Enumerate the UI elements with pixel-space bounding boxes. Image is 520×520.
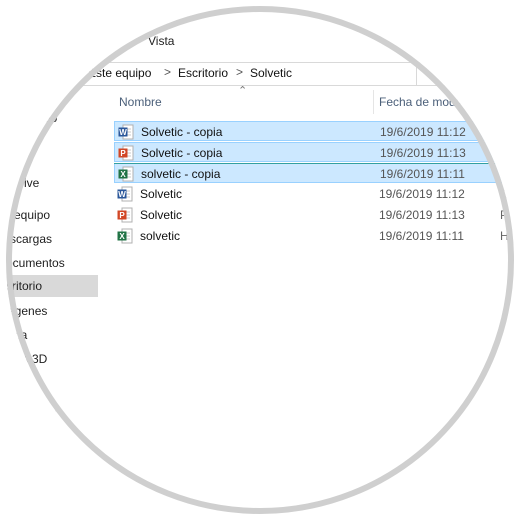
svg-text:P: P xyxy=(120,149,126,158)
file-type: D xyxy=(500,187,509,201)
file-name: Solvetic - copia xyxy=(141,125,223,139)
word-icon: W xyxy=(117,186,133,202)
nav-item-label: ocumentos xyxy=(6,256,65,270)
nav-item-label: os 3D xyxy=(16,352,48,366)
file-row-selected[interactable]: P Solvetic - copia 19/6/2019 11:13 xyxy=(114,142,514,162)
navigation-pane: do rive equipo scargas ocumentos critori… xyxy=(6,96,98,366)
file-type: P xyxy=(500,208,509,222)
nav-item[interactable]: ica xyxy=(6,324,98,346)
breadcrumb-este-equipo[interactable]: Este equipo xyxy=(88,66,151,80)
nav-item-drive-c[interactable]: (C:) xyxy=(38,399,58,413)
excel-icon: X xyxy=(117,228,133,244)
powerpoint-icon: P xyxy=(118,145,134,161)
file-row[interactable]: Xsolvetic 19/6/2019 11:11 H xyxy=(114,226,514,246)
sort-up-icon: ⌃ xyxy=(238,85,248,97)
nav-item[interactable]: scargas xyxy=(6,228,98,250)
nav-item[interactable]: ágenes xyxy=(6,300,98,322)
nav-item-selected[interactable]: critorio xyxy=(6,275,98,297)
file-name: Solvetic - copia xyxy=(141,146,223,160)
svg-text:W: W xyxy=(119,128,127,137)
column-header-name[interactable]: Nombre xyxy=(119,95,162,109)
breadcrumb-solvetic[interactable]: Solvetic xyxy=(250,66,292,80)
nav-item[interactable]: ocumentos xyxy=(6,252,98,274)
file-row[interactable]: P Solvetic 19/6/2019 11:13 P xyxy=(114,205,514,225)
svg-text:W: W xyxy=(118,190,126,199)
nav-item-label: scargas xyxy=(10,232,53,246)
file-name: Solvetic xyxy=(140,187,183,201)
focus-divider xyxy=(114,163,514,164)
powerpoint-icon: P xyxy=(117,207,133,223)
excel-icon: X xyxy=(118,166,134,182)
nav-item-label: rive xyxy=(20,176,40,190)
nav-item-label: ágenes xyxy=(8,304,48,318)
chevron-right-icon[interactable]: > xyxy=(236,65,243,79)
address-bar[interactable]: Este equipo > Escritorio > Solvetic xyxy=(82,62,514,86)
column-divider[interactable] xyxy=(373,90,374,114)
file-date: 19/6/2019 11:13 xyxy=(379,208,465,222)
svg-text:X: X xyxy=(120,170,126,179)
nav-item-label: equipo xyxy=(14,208,51,222)
nav-item-label: ica xyxy=(12,328,28,342)
nav-item[interactable]: do xyxy=(6,107,98,129)
nav-item[interactable]: os 3D xyxy=(6,348,98,370)
breadcrumb-escritorio[interactable]: Escritorio xyxy=(178,66,228,80)
file-date: 19/6/2019 11:12 xyxy=(379,187,465,201)
tab-vista[interactable]: Vista xyxy=(148,34,174,48)
nav-item-label: do xyxy=(44,111,58,125)
address-divider xyxy=(416,63,417,85)
file-name: Solvetic xyxy=(140,208,183,222)
nav-item[interactable]: equipo xyxy=(6,204,98,226)
file-name: solvetic xyxy=(140,229,181,243)
word-icon: W xyxy=(118,124,134,140)
file-name: solvetic - copia xyxy=(141,167,221,181)
explorer-window-zoom: Vista Este equipo > Escritorio > Solveti… xyxy=(6,6,514,514)
file-date: 19/6/2019 11:12 xyxy=(380,125,466,139)
nav-item[interactable]: rive xyxy=(6,172,98,194)
column-header-date[interactable]: Fecha de modifi xyxy=(379,95,464,109)
file-row[interactable]: W Solvetic 19/6/2019 11:12 D xyxy=(114,184,514,204)
file-row-selected[interactable]: Xsolvetic - copia 19/6/2019 11:11 xyxy=(114,163,514,183)
svg-text:P: P xyxy=(119,211,125,220)
file-row-selected[interactable]: W Solvetic - copia 19/6/2019 11:12 xyxy=(114,121,514,141)
file-date: 19/6/2019 11:13 xyxy=(380,146,466,160)
svg-text:X: X xyxy=(119,232,125,241)
chevron-right-icon[interactable]: > xyxy=(164,65,171,79)
file-date: 19/6/2019 11:11 xyxy=(379,229,464,243)
file-type: H xyxy=(500,229,509,243)
file-date: 19/6/2019 11:11 xyxy=(380,167,465,181)
nav-item-label: critorio xyxy=(6,279,43,293)
